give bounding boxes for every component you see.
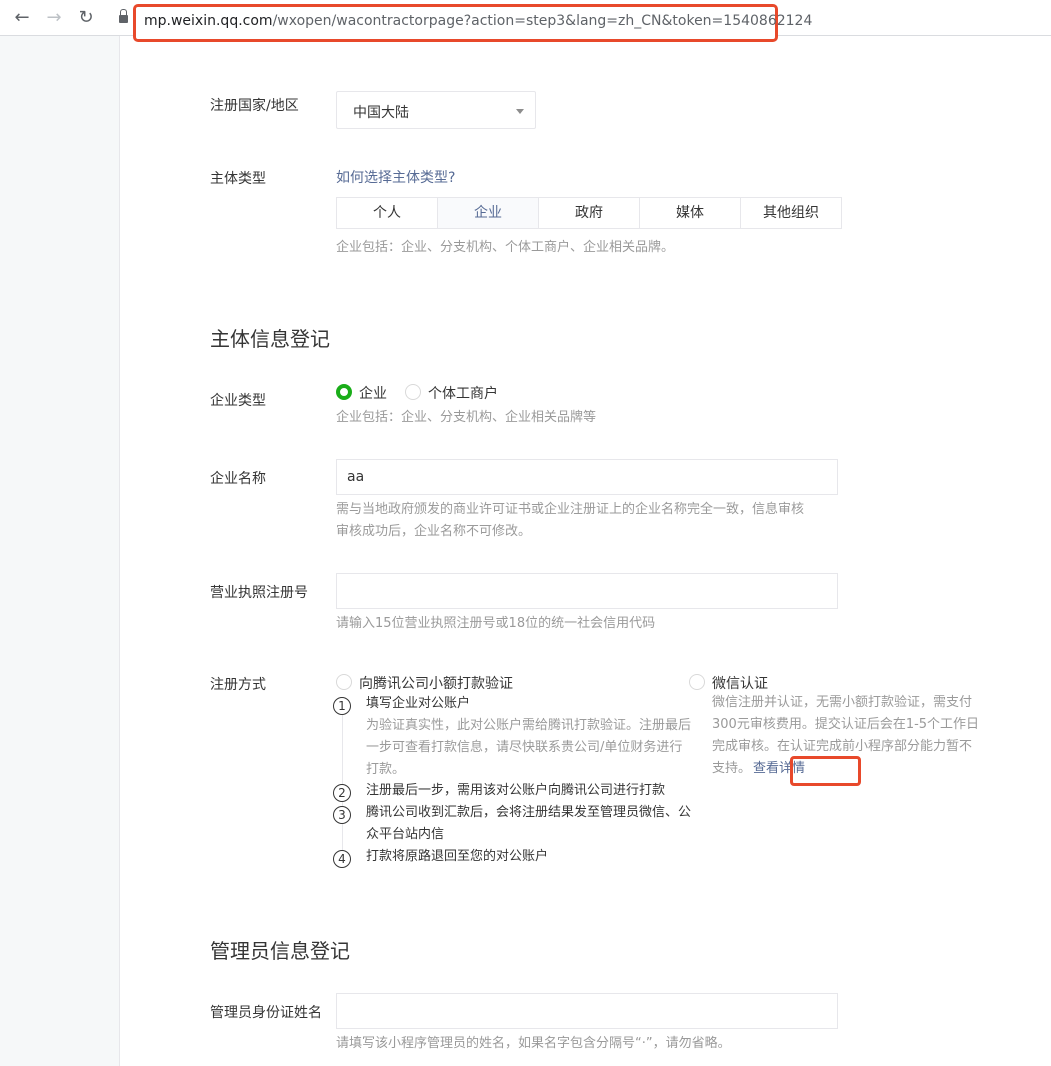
arrow-right-icon[interactable]: →: [44, 8, 64, 28]
radio-wechat-verify-label: 微信认证: [712, 676, 768, 692]
tab-government[interactable]: 政府: [539, 198, 640, 228]
license-input[interactable]: [336, 573, 838, 609]
step-number-2: 2: [333, 784, 351, 802]
left-sidebar: [0, 36, 120, 1066]
license-label: 营业执照注册号: [210, 585, 308, 601]
entity-type-tabs: 个人 企业 政府 媒体 其他组织: [336, 197, 842, 229]
registration-method-label: 注册方式: [210, 677, 266, 693]
radio-transfer-verify-label: 向腾讯公司小额打款验证: [359, 676, 513, 692]
step-number-4: 4: [333, 850, 351, 868]
tab-company[interactable]: 企业: [438, 198, 539, 228]
radio-wechat-verify[interactable]: [689, 674, 705, 690]
company-type-hint: 企业包括：企业、分支机构、企业相关品牌等: [336, 410, 597, 425]
region-select[interactable]: 中国大陆: [336, 91, 536, 129]
radio-individual-business[interactable]: [405, 384, 421, 400]
license-hint: 请输入15位营业执照注册号或18位的统一社会信用代码: [336, 616, 656, 631]
company-name-input[interactable]: [336, 459, 838, 495]
radio-transfer-verify[interactable]: [336, 674, 352, 690]
admin-name-hint: 请填写该小程序管理员的姓名，如果名字包含分隔号“·”，请勿省略。: [336, 1036, 731, 1051]
url-text: mp.weixin.qq.com/wxopen/wacontractorpage…: [144, 13, 813, 29]
radio-company[interactable]: [336, 384, 352, 400]
tab-other-org[interactable]: 其他组织: [741, 198, 841, 228]
admin-name-input[interactable]: [336, 993, 838, 1029]
step-4-text: 打款将原路退回至您的对公账户: [366, 849, 549, 864]
address-bar[interactable]: mp.weixin.qq.com/wxopen/wacontractorpage…: [119, 4, 812, 42]
highlight-box: [790, 756, 861, 786]
step-number-1: 1: [333, 697, 351, 715]
company-name-label: 企业名称: [210, 471, 266, 487]
tab-personal[interactable]: 个人: [337, 198, 438, 228]
caret-down-icon: [516, 109, 524, 114]
step-1-desc: 为验证真实性，此对公账户需给腾讯打款验证。注册最后一步可查看打款信息，请尽快联系…: [366, 718, 692, 777]
admin-section-title: 管理员信息登记: [210, 939, 350, 963]
arrow-left-icon[interactable]: ←: [12, 8, 32, 28]
step-2-text: 注册最后一步，需用该对公账户向腾讯公司进行打款: [366, 783, 666, 798]
radio-individual-business-label: 个体工商户: [428, 386, 498, 402]
info-section-title: 主体信息登记: [210, 327, 330, 351]
step-number-3: 3: [333, 806, 351, 824]
reload-icon[interactable]: ↻: [76, 8, 96, 28]
entity-help-link[interactable]: 如何选择主体类型?: [336, 167, 455, 187]
region-label: 注册国家/地区: [210, 98, 299, 114]
step-1-text: 填写企业对公账户: [366, 696, 471, 711]
company-name-hint-2: 审核成功后，企业名称不可修改。: [336, 524, 532, 539]
company-name-hint-1: 需与当地政府颁发的商业许可证书或企业注册证上的企业名称完全一致，信息审核: [336, 502, 805, 517]
region-selected-value: 中国大陆: [353, 105, 409, 121]
lock-icon: [119, 9, 128, 23]
entity-type-hint: 企业包括：企业、分支机构、个体工商户、企业相关品牌。: [336, 240, 675, 255]
step-3-text: 腾讯公司收到汇款后，会将注册结果发至管理员微信、公众平台站内信: [366, 805, 692, 842]
entity-type-label: 主体类型: [210, 171, 266, 187]
radio-company-label: 企业: [359, 386, 387, 402]
tab-media[interactable]: 媒体: [640, 198, 741, 228]
company-type-label: 企业类型: [210, 393, 266, 409]
admin-name-label: 管理员身份证姓名: [210, 1005, 322, 1021]
